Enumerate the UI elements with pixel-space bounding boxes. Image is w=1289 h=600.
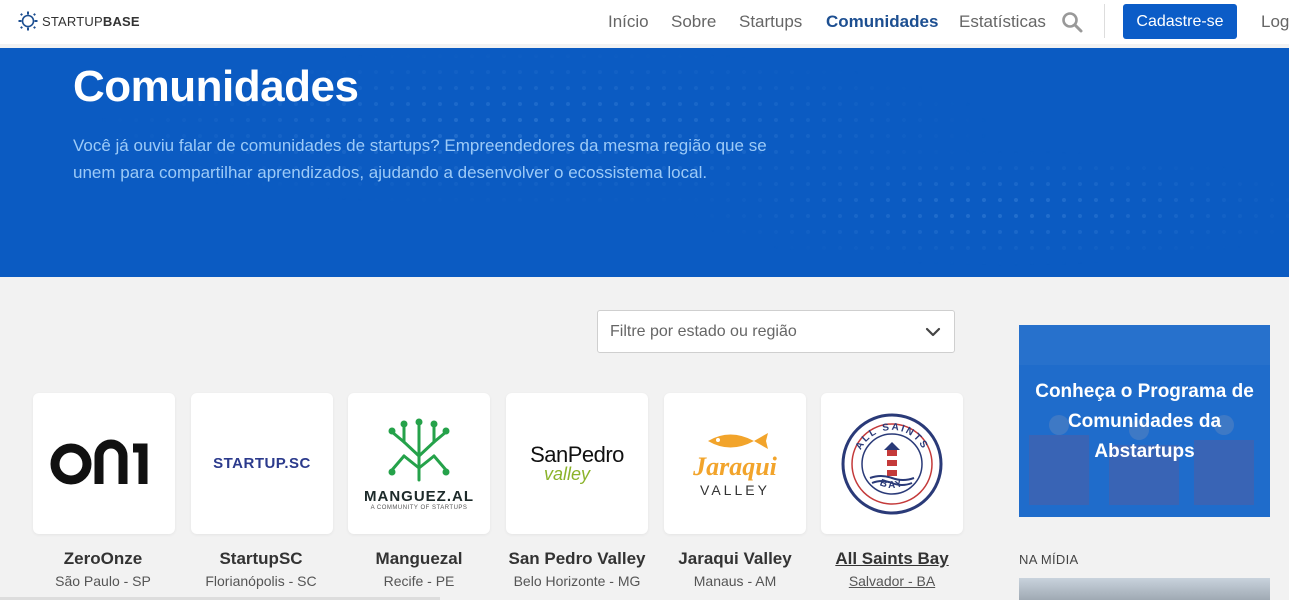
top-navbar: STARTUPBASE Início Sobre Startups Comuni… [0, 0, 1289, 44]
community-location: Florianópolis - SC [205, 573, 317, 589]
all-saints-bay-logo: ALL SAINTS BAY [841, 413, 943, 514]
page-title: Comunidades [73, 62, 359, 111]
search-icon[interactable] [1060, 10, 1084, 34]
community-program-promo[interactable]: Conheça o Programa de Comunidades da Abs… [1019, 325, 1270, 517]
promo-text: Conheça o Programa de Comunidades da Abs… [1035, 381, 1254, 462]
signup-button[interactable]: Cadastre-se [1123, 4, 1237, 39]
manguezal-logo-subtitle: A COMMUNITY OF STARTUPS [370, 505, 468, 511]
community-location: Manaus - AM [693, 573, 777, 589]
sanpedro-logo-subtitle: valley [543, 464, 591, 484]
startupsc-logo: STARTUP.SC [213, 455, 311, 472]
community-card-all-saints-bay[interactable]: ALL SAINTS BAY [821, 393, 963, 534]
mangrove-icon [388, 418, 450, 482]
nav-link-startups[interactable]: Startups [739, 12, 802, 32]
community-name[interactable]: Jaraqui Valley [655, 549, 815, 569]
filter-placeholder: Filtre por estado ou região [610, 322, 797, 340]
community-location: São Paulo - SP [55, 573, 151, 589]
community-name[interactable]: Manguezal [339, 549, 499, 569]
manguezal-logo-text: MANGUEZ.AL [364, 488, 474, 505]
hero-banner: Comunidades Você já ouviu falar de comun… [0, 48, 1289, 277]
zeroonze-logo [50, 439, 148, 484]
community-location: Salvador - BA [848, 573, 936, 589]
community-card-zeroonze[interactable] [33, 393, 175, 534]
jaraqui-logo-text: Jaraqui [693, 451, 777, 481]
community-name[interactable]: ZeroOnze [23, 549, 183, 569]
community-name[interactable]: StartupSC [181, 549, 341, 569]
chevron-down-icon [925, 327, 941, 336]
nav-link-sobre[interactable]: Sobre [671, 12, 716, 32]
nav-link-login[interactable]: Log [1261, 12, 1289, 32]
nav-link-estatisticas[interactable]: Estatísticas [959, 12, 1046, 32]
community-card-jaraqui-valley[interactable]: Jaraqui VALLEY [664, 393, 806, 534]
community-name[interactable]: San Pedro Valley [497, 549, 657, 569]
community-name[interactable]: All Saints Bay [812, 549, 972, 569]
community-card-san-pedro-valley[interactable]: SanPedro valley [506, 393, 648, 534]
community-card-manguezal[interactable]: MANGUEZ.AL A COMMUNITY OF STARTUPS [348, 393, 490, 534]
region-filter-select[interactable]: Filtre por estado ou região [597, 310, 955, 353]
nav-divider [1104, 4, 1105, 38]
nav-link-comunidades[interactable]: Comunidades [826, 12, 938, 32]
jaraqui-logo-subtitle: VALLEY [700, 481, 770, 498]
page-description: Você já ouviu falar de comunidades de st… [73, 136, 767, 182]
community-card-startupsc[interactable]: STARTUP.SC [191, 393, 333, 534]
nav-link-inicio[interactable]: Início [608, 12, 649, 32]
fish-icon [708, 432, 768, 449]
community-location: Recife - PE [383, 573, 455, 589]
media-section-heading: NA MÍDIA [1019, 552, 1079, 567]
media-thumbnail[interactable] [1019, 578, 1270, 600]
community-location: Belo Horizonte - MG [513, 573, 641, 589]
